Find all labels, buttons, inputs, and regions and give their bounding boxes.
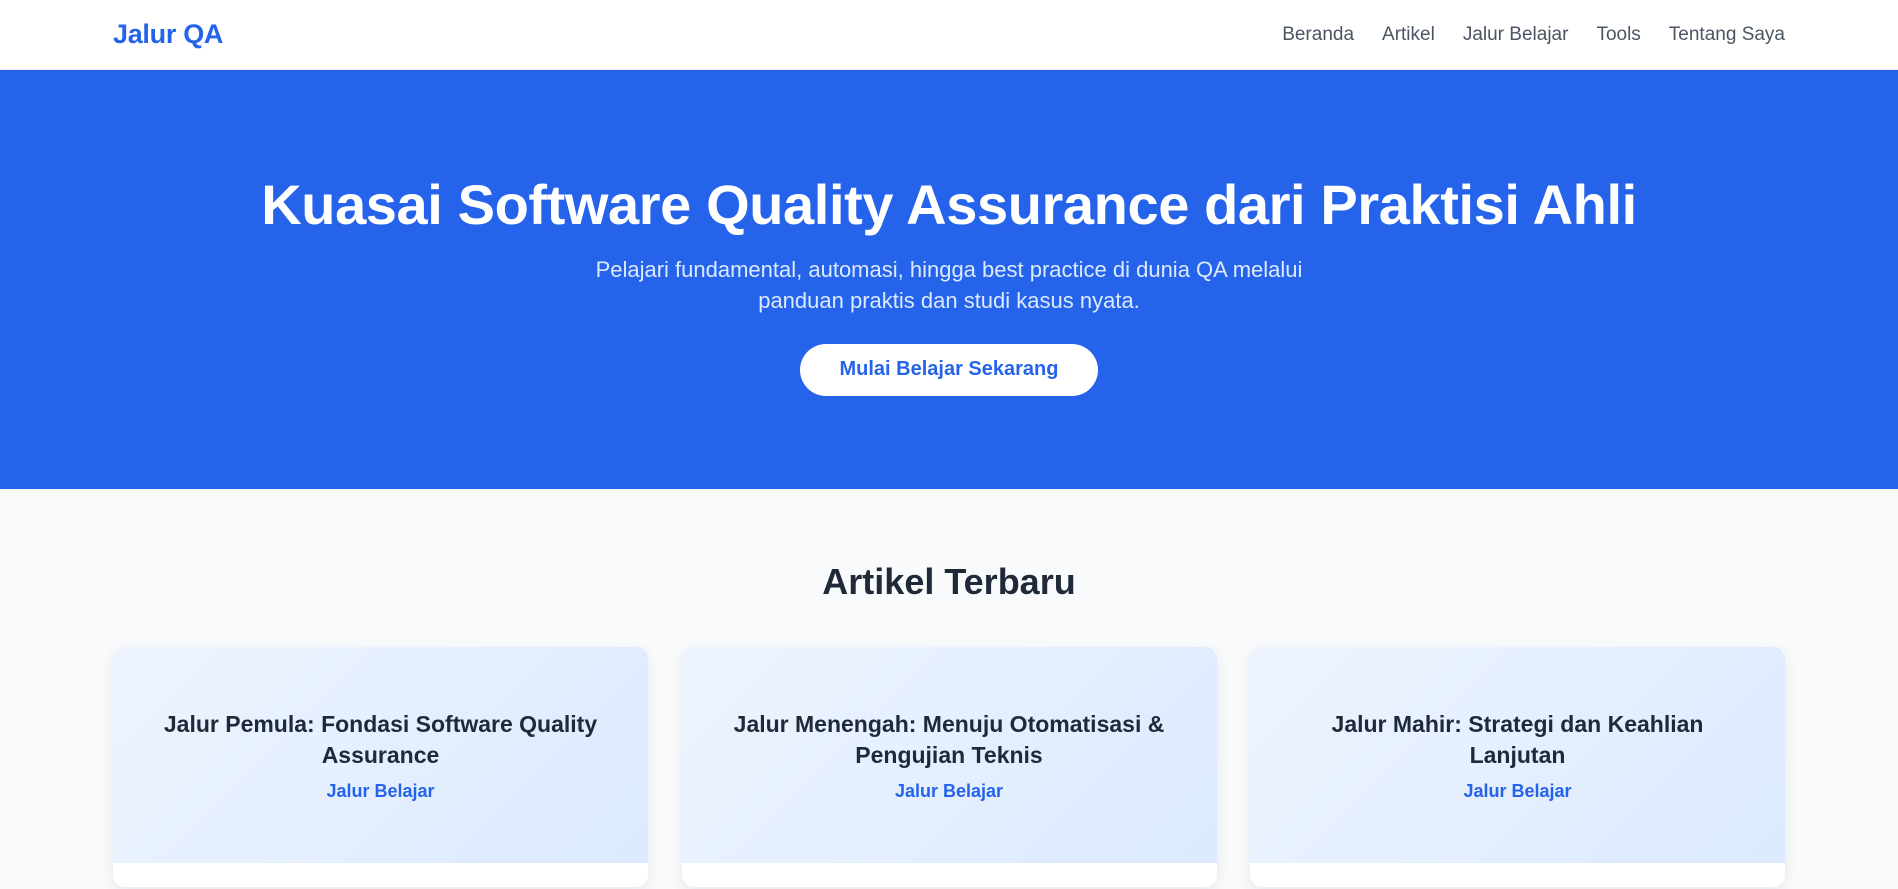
- card-category: Jalur Belajar: [326, 780, 435, 801]
- card-header: Jalur Mahir: Strategi dan Keahlian Lanju…: [1250, 647, 1785, 863]
- latest-articles-section: Artikel Terbaru Jalur Pemula: Fondasi So…: [0, 489, 1898, 887]
- card-category: Jalur Belajar: [1463, 780, 1572, 801]
- card-title: Jalur Mahir: Strategi dan Keahlian Lanju…: [1331, 710, 1704, 768]
- card-category: Jalur Belajar: [894, 780, 1004, 801]
- hero-section: Kuasai Software Quality Assurance dari P…: [0, 70, 1898, 489]
- navbar: Jalur QA Beranda Artikel Jalur Belajar T…: [0, 0, 1898, 70]
- start-learning-button[interactable]: Mulai Belajar Sekarang: [800, 343, 1098, 396]
- hero-subtitle: Pelajari fundamental, automasi, hingga b…: [595, 256, 1303, 313]
- article-cards: Jalur Pemula: Fondasi Software Quality A…: [0, 647, 1898, 887]
- nav-menu: Beranda Artikel Jalur Belajar Tools Tent…: [1282, 24, 1785, 46]
- section-title: Artikel Terbaru: [822, 561, 1076, 602]
- hero-title: Kuasai Software Quality Assurance dari P…: [261, 173, 1637, 236]
- card-header: Jalur Pemula: Fondasi Software Quality A…: [113, 647, 648, 863]
- card-title: Jalur Menengah: Menuju Otomatisasi & Pen…: [733, 710, 1165, 768]
- article-card-mahir[interactable]: Jalur Mahir: Strategi dan Keahlian Lanju…: [1250, 647, 1785, 887]
- article-card-pemula[interactable]: Jalur Pemula: Fondasi Software Quality A…: [113, 647, 648, 887]
- nav-link-tentang-saya[interactable]: Tentang Saya: [1669, 24, 1785, 46]
- site-logo[interactable]: Jalur QA: [113, 19, 223, 50]
- nav-link-jalur-belajar[interactable]: Jalur Belajar: [1463, 24, 1569, 46]
- nav-link-artikel[interactable]: Artikel: [1382, 24, 1435, 46]
- card-header: Jalur Menengah: Menuju Otomatisasi & Pen…: [681, 647, 1217, 863]
- nav-link-beranda[interactable]: Beranda: [1282, 24, 1354, 46]
- nav-link-tools[interactable]: Tools: [1596, 24, 1640, 46]
- article-card-menengah[interactable]: Jalur Menengah: Menuju Otomatisasi & Pen…: [681, 647, 1217, 887]
- card-title: Jalur Pemula: Fondasi Software Quality A…: [163, 710, 598, 768]
